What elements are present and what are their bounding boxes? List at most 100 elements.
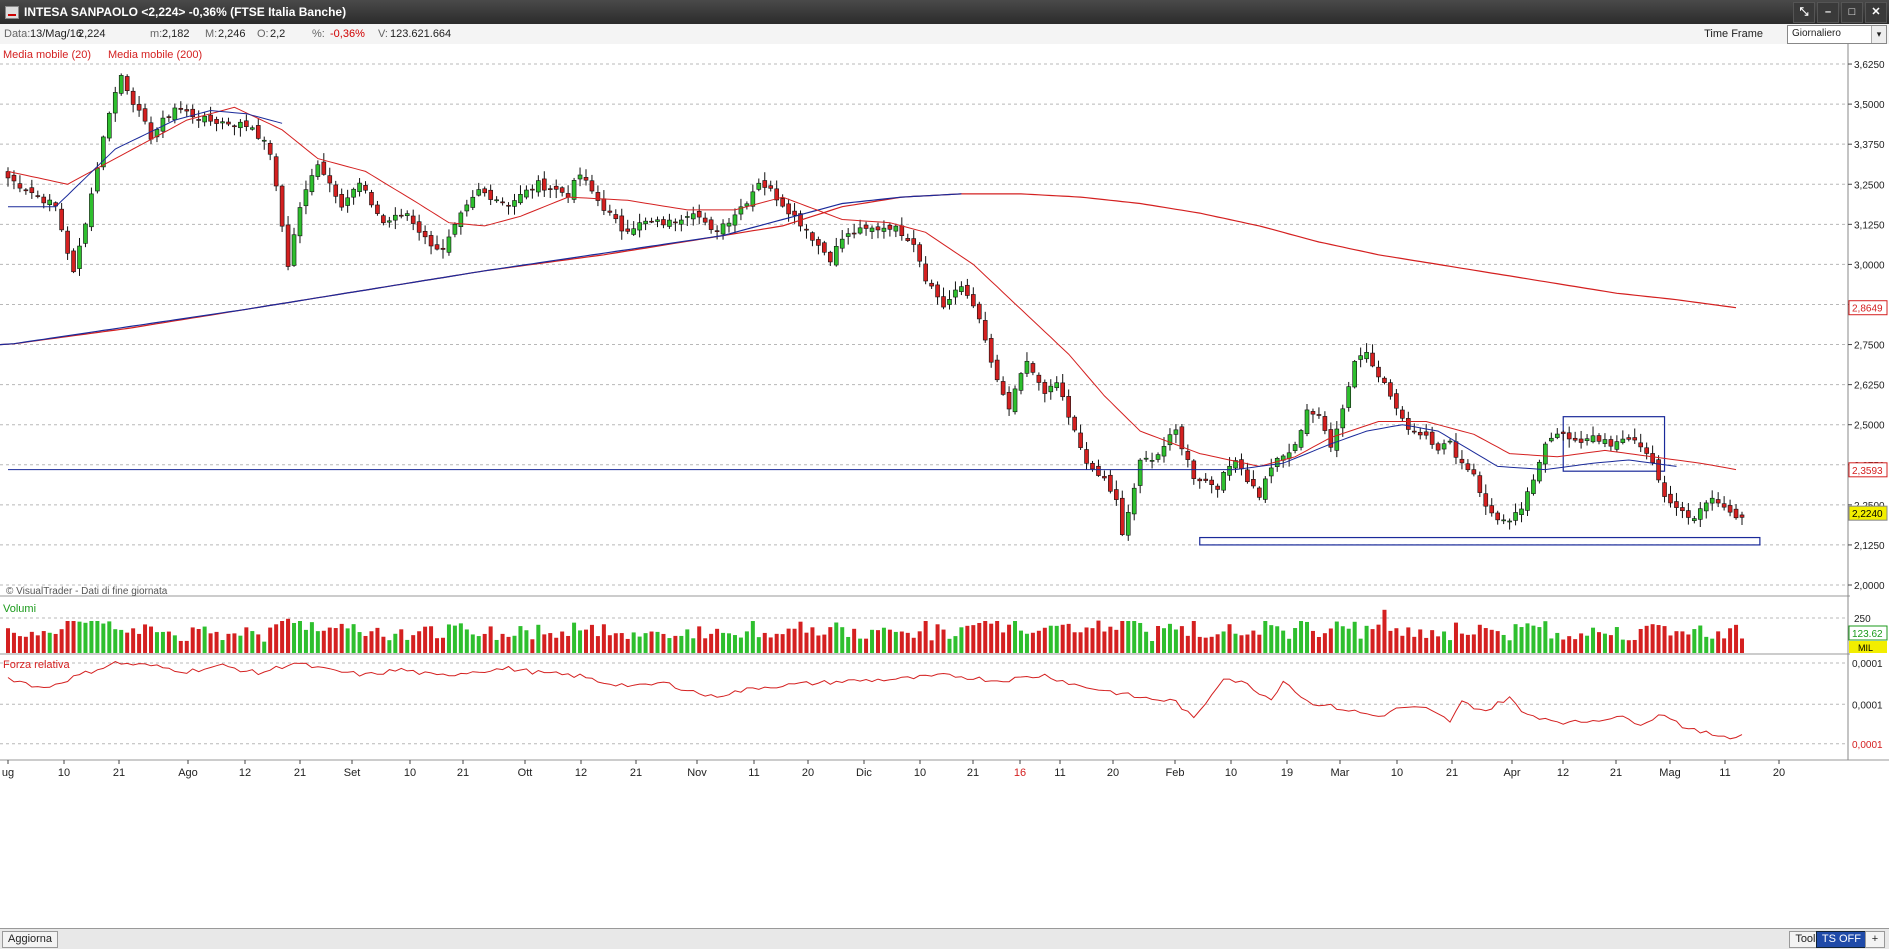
minimize-icon[interactable]: – (1817, 2, 1839, 23)
candle-bear (1417, 431, 1423, 436)
volume-bar (1239, 635, 1244, 653)
candle-bull (250, 127, 255, 130)
volume-bar (1370, 629, 1375, 653)
volume-bar (828, 627, 833, 653)
candle-bear (279, 185, 285, 227)
volume-bar (947, 638, 952, 653)
volume-bar (1513, 624, 1518, 653)
candle-bear (273, 156, 279, 187)
volume-bar (941, 629, 946, 653)
candle-bear (988, 338, 994, 363)
restore-icon[interactable]: ⤡ (1793, 2, 1815, 23)
zoom-in-button[interactable]: + (1865, 931, 1885, 948)
volume-bar (607, 635, 612, 653)
candle-bull (1358, 355, 1363, 360)
candle-bull (1692, 518, 1697, 521)
ts-off-button[interactable]: TS OFF (1815, 931, 1867, 948)
volume-bar (1185, 635, 1190, 653)
candle-bull (464, 204, 470, 212)
candle-bear (321, 161, 327, 175)
candle-bull (458, 212, 464, 227)
candle-bull (95, 167, 100, 192)
rsi-tick-label: 0,0001 (1852, 740, 1883, 751)
candle-bear (166, 116, 172, 118)
candle-bear (1316, 414, 1322, 416)
volume-bar (738, 637, 743, 653)
candle-bull (1519, 508, 1524, 516)
candle-bear (35, 195, 41, 197)
candle-bear (613, 214, 619, 220)
volume-bar (1096, 620, 1101, 653)
o-value: 2,2 (270, 28, 286, 40)
volume-bar (881, 627, 886, 653)
candle-bear (1495, 512, 1500, 521)
x-tick-label: 19 (1281, 767, 1293, 779)
candle-bull (833, 246, 839, 266)
candle-bear (1680, 507, 1685, 512)
chevron-down-icon[interactable]: ▾ (1871, 26, 1886, 43)
candle-bull (631, 228, 636, 235)
refresh-button[interactable]: Aggiorna (2, 931, 59, 948)
candle-bear (1096, 465, 1101, 476)
x-tick-label: 21 (1446, 767, 1458, 779)
candle-bear (1453, 441, 1459, 458)
candle-bear (923, 263, 928, 282)
volume-bar (715, 628, 720, 653)
candle-bear (714, 230, 720, 232)
x-tick-label: 11 (748, 767, 759, 779)
volume-bar (584, 629, 588, 653)
close-icon[interactable]: ✕ (1865, 2, 1887, 23)
candle-bear (1042, 382, 1048, 394)
candle-bull (881, 227, 887, 232)
volume-bar (1591, 627, 1596, 653)
candle-bull (1549, 437, 1554, 442)
volume-bar (458, 623, 463, 653)
candle-bear (71, 250, 76, 273)
date-value: 13/Mag/16 (30, 28, 82, 40)
y-tick-label: 2,7500 (1854, 341, 1885, 352)
volume-bar (1382, 609, 1387, 653)
candle-bear (935, 284, 940, 298)
maximize-icon[interactable]: □ (1841, 2, 1863, 23)
volume-value: 123.621.664 (390, 28, 452, 40)
candle-bear (1656, 459, 1661, 481)
volume-bar (399, 629, 404, 653)
volume-bar (518, 626, 523, 653)
candle-bear (142, 108, 148, 122)
volume-bar (1674, 631, 1679, 653)
y-tick-label: 3,6250 (1854, 60, 1885, 71)
candle-bear (1119, 497, 1125, 535)
volume-bar (572, 622, 577, 653)
volume-bar (566, 635, 571, 653)
candle-bear (11, 174, 17, 182)
volume-bar (661, 633, 666, 653)
volume-bar (1656, 625, 1661, 653)
candle-bull (1590, 435, 1596, 443)
volume-bar (1352, 621, 1357, 653)
x-tick-label: Dic (856, 767, 872, 779)
volume-bar (1543, 621, 1548, 653)
volume-bar (709, 633, 714, 653)
candle-bear (1310, 411, 1316, 415)
volume-bar (1060, 624, 1065, 653)
volume-bar (488, 626, 493, 653)
x-tick-label: 10 (1225, 767, 1237, 779)
volume-bar (1448, 640, 1453, 653)
y-tick-label: 2,6250 (1854, 381, 1885, 392)
candle-bull (1334, 428, 1340, 451)
candle-bear (595, 192, 601, 201)
candle-bull (637, 222, 642, 231)
volume-bar (1007, 624, 1012, 653)
volume-bar (274, 624, 279, 653)
volume-bar (500, 633, 505, 653)
volume-bar (1704, 636, 1709, 653)
volume-bar (1030, 632, 1035, 653)
candle-bull (1268, 467, 1274, 477)
x-tick-label: 20 (1107, 767, 1119, 779)
candle-bear (1030, 363, 1036, 373)
chart-canvas[interactable]: 2,00002,12502,25002,37502,50002,62502,75… (0, 44, 1889, 928)
candle-bear (887, 224, 893, 230)
timeframe-select[interactable]: Giornaliero ▾ (1787, 25, 1887, 44)
volume-bar (1340, 626, 1345, 653)
candle-bear (226, 121, 231, 125)
